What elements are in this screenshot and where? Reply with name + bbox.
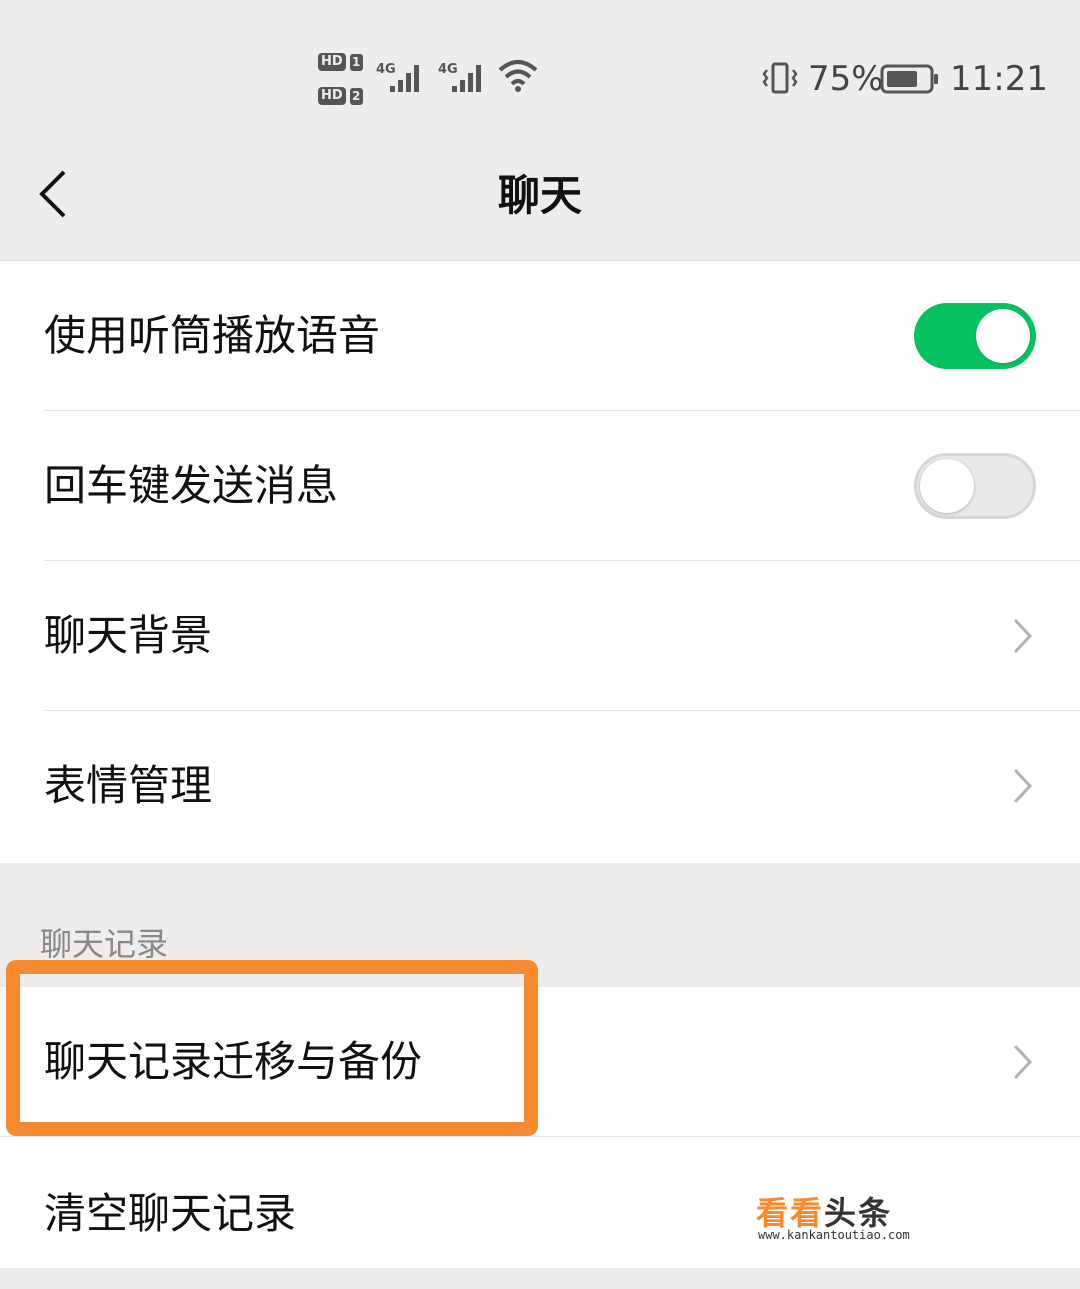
setting-row-enter-to-send: 回车键发送消息 xyxy=(0,411,1080,561)
setting-label: 使用听筒播放语音 xyxy=(44,311,381,360)
battery-icon xyxy=(880,64,938,94)
sim2-badge: 2 xyxy=(349,87,363,105)
chat-settings-group: 使用听筒播放语音 回车键发送消息 聊天背景 表情管理 xyxy=(0,261,1080,863)
chevron-right-icon xyxy=(1013,1044,1033,1080)
enter-to-send-toggle[interactable] xyxy=(914,453,1036,519)
setting-row-chat-background[interactable]: 聊天背景 xyxy=(0,561,1080,711)
chevron-right-icon xyxy=(1013,618,1033,654)
setting-row-earpiece-playback: 使用听筒播放语音 xyxy=(0,261,1080,411)
highlight-annotation-box xyxy=(6,960,538,1136)
page-title: 聊天 xyxy=(497,171,582,220)
hd-badge: HD xyxy=(318,87,346,105)
hd-badge: HD xyxy=(318,53,346,71)
clock: 11:21 xyxy=(950,59,1048,99)
watermark-brand: 看看头条 xyxy=(756,1196,892,1230)
toggle-knob xyxy=(976,309,1030,363)
nav-bar: 聊天 xyxy=(0,140,1080,261)
earpiece-playback-toggle[interactable] xyxy=(914,303,1036,369)
battery-percent: 75% xyxy=(808,59,884,99)
setting-row-sticker-management[interactable]: 表情管理 xyxy=(0,711,1080,861)
setting-label: 聊天背景 xyxy=(44,611,213,660)
toggle-knob xyxy=(920,459,974,513)
status-bar: HD 1 HD 2 4G 4G 75% 11:21 xyxy=(0,0,1080,140)
vibrate-icon xyxy=(762,62,798,94)
wifi-icon xyxy=(498,60,538,92)
signal-strength-icon xyxy=(390,65,419,92)
watermark-brand-b: 头条 xyxy=(824,1194,893,1232)
sim1-badge: 1 xyxy=(349,53,363,71)
signal-strength-icon xyxy=(452,65,481,92)
chevron-right-icon xyxy=(1013,768,1033,804)
setting-label: 回车键发送消息 xyxy=(44,461,339,510)
setting-label: 清空聊天记录 xyxy=(44,1189,297,1238)
watermark-logo: 看看头条 www.kankantoutiao.com xyxy=(756,1196,956,1246)
watermark-url: www.kankantoutiao.com xyxy=(758,1228,910,1242)
setting-label: 表情管理 xyxy=(44,761,213,810)
watermark-brand-a: 看看 xyxy=(756,1194,825,1232)
sim-indicators: HD 1 HD 2 xyxy=(318,52,368,108)
